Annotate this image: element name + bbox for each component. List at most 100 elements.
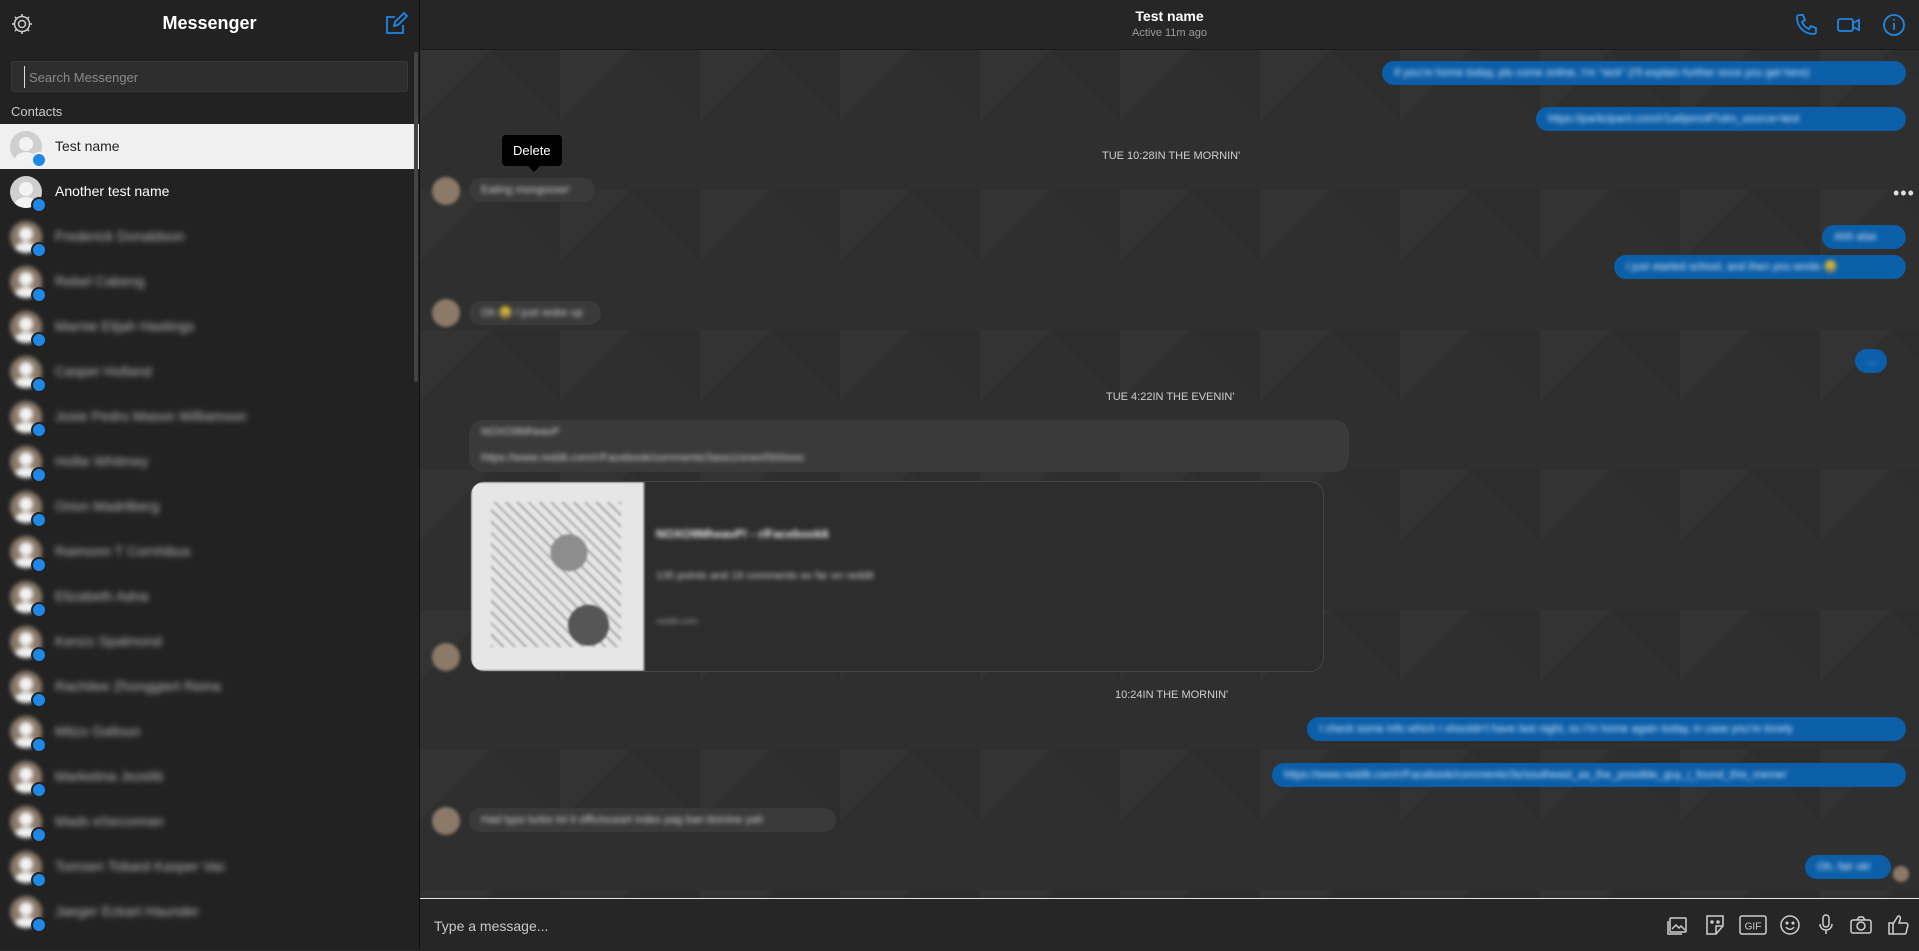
read-receipt-avatar bbox=[1893, 866, 1909, 882]
contact-item[interactable]: Mitzo Galloun bbox=[0, 709, 419, 754]
contact-name: Josie Pedro Mason Williamson bbox=[55, 408, 247, 424]
contact-item[interactable]: Mads eSeconnan bbox=[0, 799, 419, 844]
message-text: I check some info which I shouldn't have… bbox=[1319, 723, 1793, 735]
timestamp: 10:24IN THE MORNIN' bbox=[1115, 689, 1229, 701]
message-text: If you're home today, pls come online, I… bbox=[1394, 67, 1810, 79]
compose-icon[interactable] bbox=[383, 11, 409, 37]
messenger-badge-icon bbox=[31, 602, 47, 618]
avatar bbox=[432, 807, 460, 835]
sidebar-header: Messenger bbox=[0, 0, 419, 49]
messenger-badge-icon bbox=[31, 647, 47, 663]
camera-icon[interactable] bbox=[1848, 912, 1874, 938]
search-box bbox=[11, 61, 408, 92]
message-bubble-outgoing[interactable]: I just started school, and then you wrot… bbox=[1614, 255, 1906, 279]
message-text: Ahh alas bbox=[1834, 231, 1877, 243]
message-bubble-incoming[interactable]: Eating mongoose! bbox=[469, 178, 595, 202]
messenger-badge-icon bbox=[31, 827, 47, 843]
contact-item[interactable]: Frederick Donaldson bbox=[0, 214, 419, 259]
contact-item[interactable]: Jaeger Eckart Haunder bbox=[0, 889, 419, 934]
message-bubble-outgoing[interactable]: Oh, fair ok! bbox=[1805, 855, 1891, 879]
messenger-badge-icon bbox=[31, 872, 47, 888]
link-preview-title: NOXO9MheavP! - r/Facebook6 bbox=[656, 527, 829, 541]
more-options-icon[interactable]: ••• bbox=[1893, 183, 1915, 204]
contact-item[interactable]: Rachilee Zhonggiert Reina bbox=[0, 664, 419, 709]
message-input[interactable] bbox=[432, 913, 1636, 939]
contact-name: Test name bbox=[55, 138, 120, 154]
contact-item[interactable]: Test name bbox=[0, 124, 419, 169]
contact-name: Rebel Cabeng bbox=[55, 273, 145, 289]
message-text: Oh 😂 I just woke up bbox=[481, 307, 583, 319]
contacts-label: Contacts bbox=[11, 104, 63, 119]
message-bubble-incoming[interactable]: NOXO9MheavP https://www.reddit.com/r/Fac… bbox=[469, 420, 1349, 472]
gif-icon[interactable]: GIF bbox=[1739, 912, 1767, 938]
contact-name: Hollie Whitmey bbox=[55, 453, 149, 469]
messenger-badge-icon bbox=[31, 737, 47, 753]
emoji-icon[interactable] bbox=[1777, 912, 1803, 938]
contact-item[interactable]: Hollie Whitmey bbox=[0, 439, 419, 484]
link-preview-description: 135 points and 19 comments so far on red… bbox=[656, 570, 874, 582]
message-text: I just started school, and then you wrot… bbox=[1626, 261, 1838, 273]
messenger-badge-icon bbox=[31, 782, 47, 798]
message-bubble-outgoing[interactable]: Ahh alas bbox=[1822, 225, 1906, 249]
contact-item[interactable]: Kenzo Spalmond bbox=[0, 619, 419, 664]
contact-name: Casper Holland bbox=[55, 363, 152, 379]
messenger-badge-icon bbox=[31, 287, 47, 303]
message-bubble-outgoing[interactable]: If you're home today, pls come online, I… bbox=[1382, 61, 1906, 85]
message-text: https://www.reddit.com/r/Facebook/commen… bbox=[1284, 769, 1787, 781]
contact-name: Frederick Donaldson bbox=[55, 228, 185, 244]
messenger-badge-icon bbox=[31, 557, 47, 573]
sticker-icon[interactable] bbox=[1702, 912, 1728, 938]
link-preview-card[interactable]: NOXO9MheavP! - r/Facebook6 135 points an… bbox=[470, 481, 1324, 672]
contact-item[interactable]: Rebel Cabeng bbox=[0, 259, 419, 304]
messenger-badge-icon bbox=[31, 467, 47, 483]
info-icon[interactable] bbox=[1881, 12, 1907, 38]
microphone-icon[interactable] bbox=[1813, 912, 1839, 938]
message-bubble-outgoing[interactable]: I check some info which I shouldn't have… bbox=[1307, 717, 1906, 741]
contact-item[interactable]: Raimonn T Cornhibus bbox=[0, 529, 419, 574]
sidebar-scrollbar[interactable] bbox=[414, 52, 418, 382]
contact-name: Mads eSeconnan bbox=[55, 813, 164, 829]
contact-item[interactable]: Marnie Elijah Hastings bbox=[0, 304, 419, 349]
conversation-title: Test name bbox=[1135, 8, 1204, 24]
message-text: Eating mongoose! bbox=[481, 184, 570, 196]
message-bubble-outgoing[interactable]: https://participant.com/r/1a6jsmoll?utm_… bbox=[1536, 107, 1906, 131]
link-text[interactable]: https://www.reddit.com/r/Facebook/commen… bbox=[481, 452, 804, 464]
message-text: ... bbox=[1867, 355, 1877, 367]
contact-item[interactable]: Casper Holland bbox=[0, 349, 419, 394]
avatar bbox=[432, 299, 460, 327]
contact-item[interactable]: Marketina Jezeliti bbox=[0, 754, 419, 799]
message-bubble-outgoing[interactable]: https://www.reddit.com/r/Facebook/commen… bbox=[1272, 763, 1906, 787]
messenger-badge-icon bbox=[31, 332, 47, 348]
composer: GIF bbox=[420, 898, 1919, 951]
sidebar: Messenger Contacts Test name Another tes… bbox=[0, 0, 420, 950]
contact-name: Kenzo Spalmond bbox=[55, 633, 162, 649]
message-bubble-incoming[interactable]: Had typo turbo lol it officiousart index… bbox=[469, 808, 836, 832]
contact-item[interactable]: Elizabeth Adna bbox=[0, 574, 419, 619]
contact-item[interactable]: Orion Madrilberg bbox=[0, 484, 419, 529]
message-text: Oh, fair ok! bbox=[1817, 861, 1871, 873]
contact-name: Marketina Jezeliti bbox=[55, 768, 164, 784]
message-bubble-incoming[interactable]: Oh 😂 I just woke up bbox=[469, 301, 601, 325]
messenger-badge-icon bbox=[31, 692, 47, 708]
thumbs-up-icon[interactable] bbox=[1885, 912, 1911, 938]
video-camera-icon[interactable] bbox=[1836, 12, 1862, 38]
contact-item[interactable]: Josie Pedro Mason Williamson bbox=[0, 394, 419, 439]
messenger-badge-icon bbox=[31, 512, 47, 528]
message-text: NOXO9MheavP bbox=[481, 426, 560, 438]
message-text: Had typo turbo lol it officiousart index… bbox=[481, 814, 764, 826]
contact-name: Tomsen Tobard Kasper Vac bbox=[55, 858, 226, 874]
contact-name: Mitzo Galloun bbox=[55, 723, 141, 739]
search-input[interactable] bbox=[24, 66, 401, 88]
contact-item[interactable]: Another test name bbox=[0, 169, 419, 214]
image-icon[interactable] bbox=[1665, 912, 1691, 938]
message-bubble-outgoing[interactable]: ... bbox=[1855, 349, 1887, 373]
contact-name: Raimonn T Cornhibus bbox=[55, 543, 191, 559]
message-text: https://participant.com/r/1a6jsmoll?utm_… bbox=[1548, 113, 1800, 125]
messenger-badge-icon bbox=[31, 197, 47, 213]
contact-name: Rachilee Zhonggiert Reina bbox=[55, 678, 221, 694]
phone-icon[interactable] bbox=[1793, 12, 1819, 38]
messenger-badge-icon bbox=[31, 242, 47, 258]
contact-name: Marnie Elijah Hastings bbox=[55, 318, 195, 334]
delete-tooltip: Delete bbox=[502, 135, 562, 172]
contact-item[interactable]: Tomsen Tobard Kasper Vac bbox=[0, 844, 419, 889]
